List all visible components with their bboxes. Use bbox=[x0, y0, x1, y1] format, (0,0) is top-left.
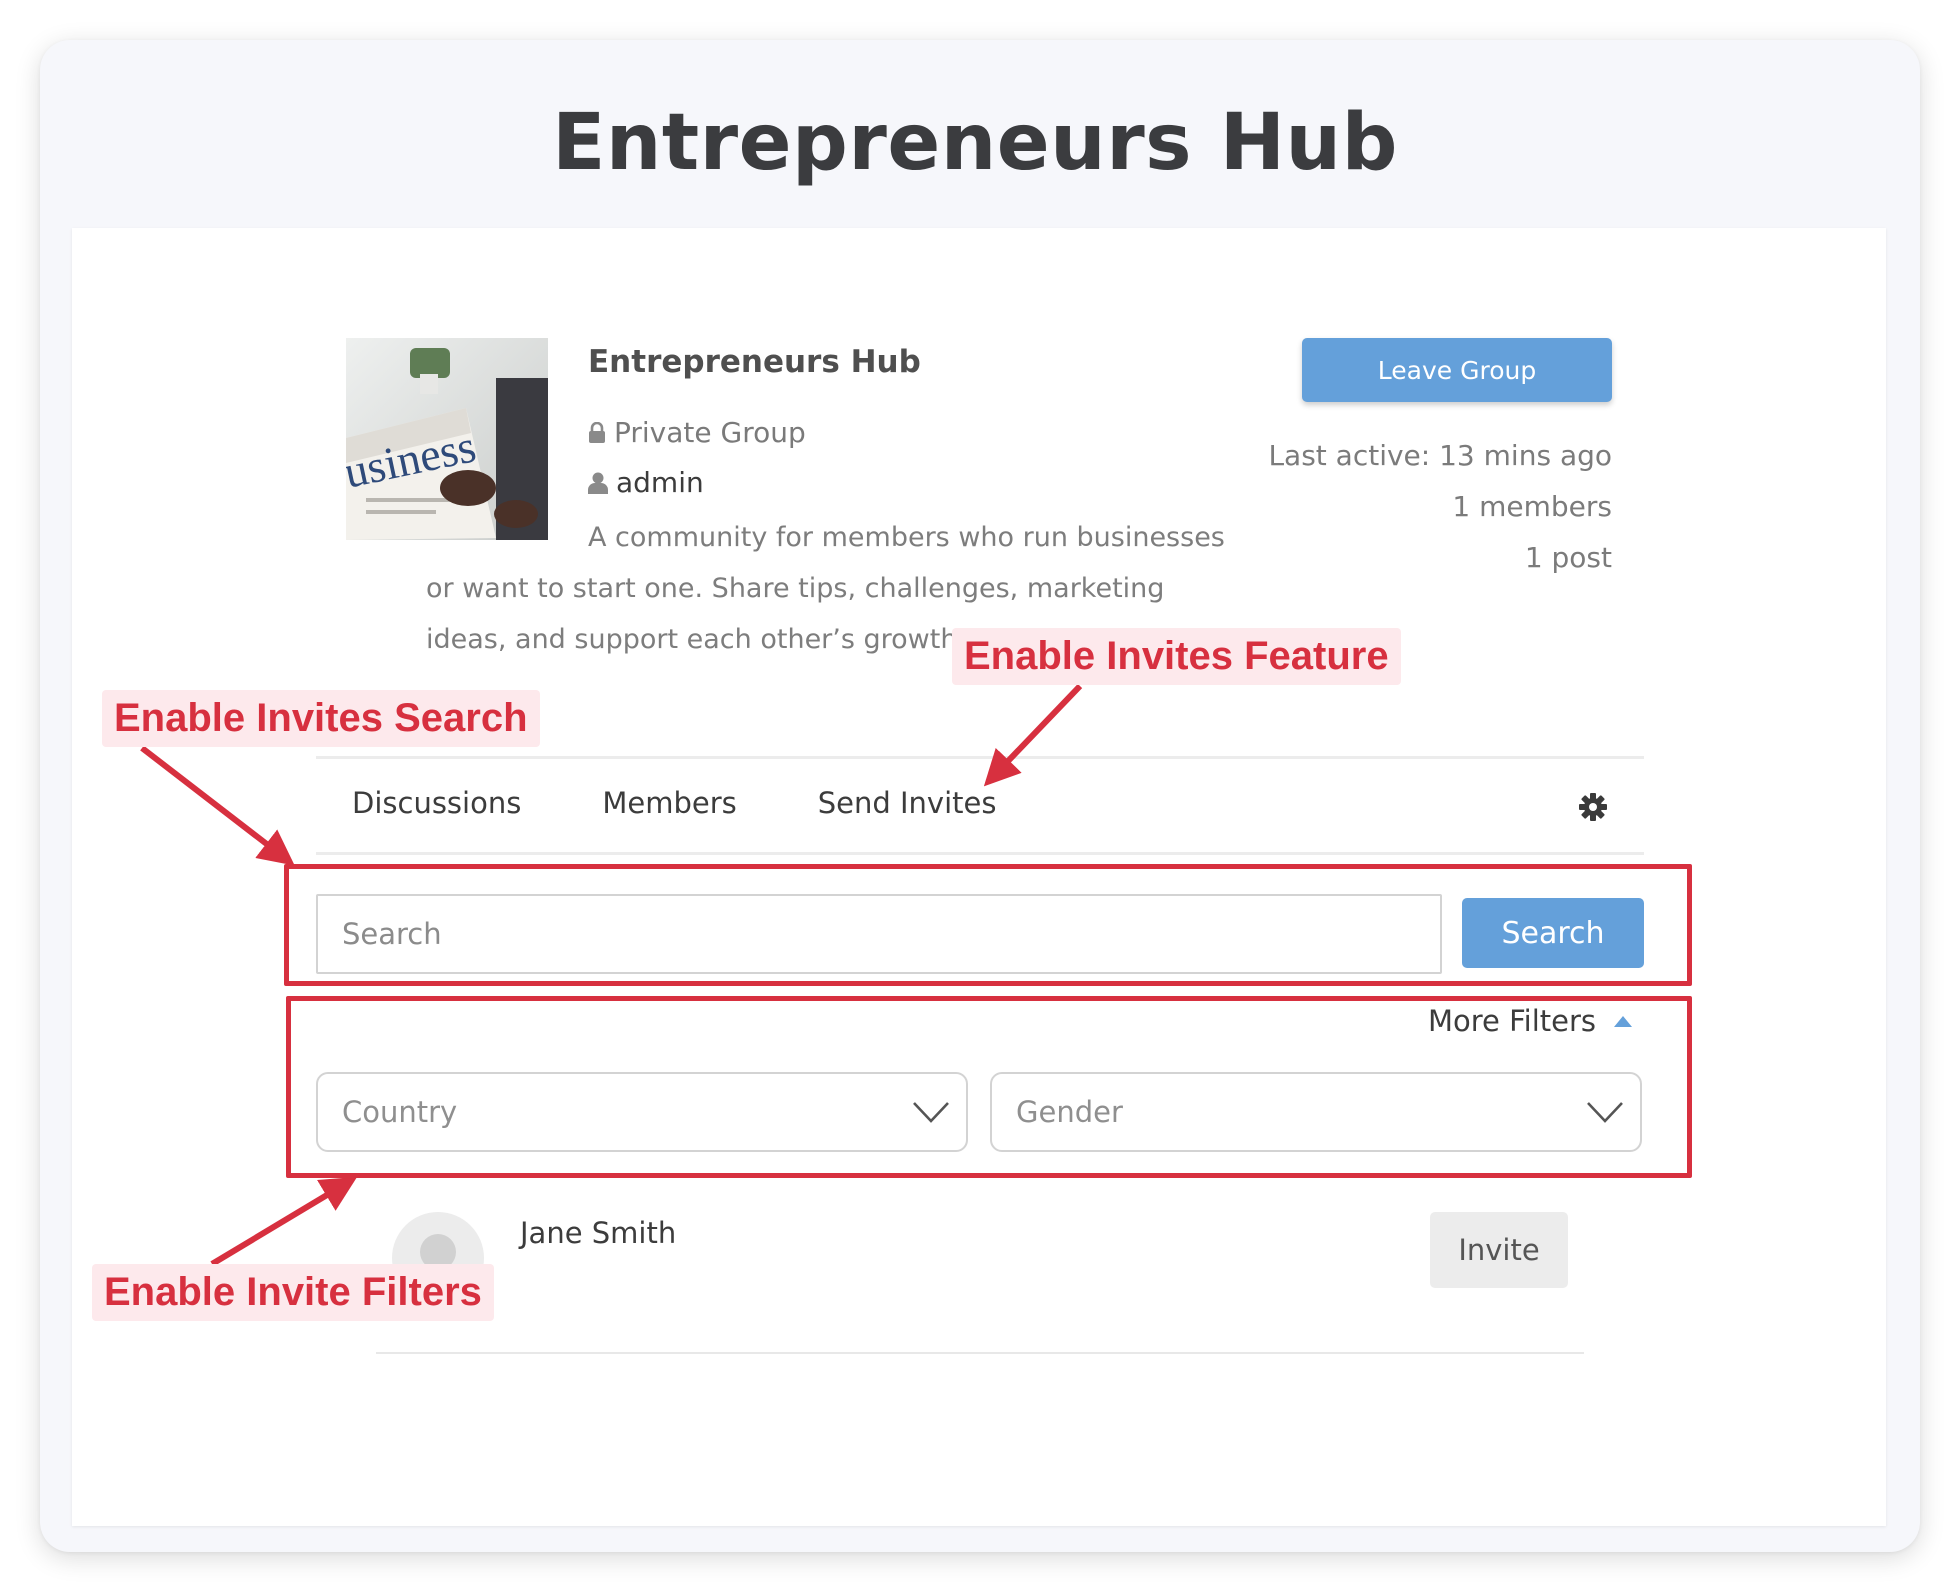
member-count: 1 members bbox=[1452, 490, 1612, 523]
tabs-top-divider bbox=[316, 756, 1644, 759]
callout-invites-search: Enable Invites Search bbox=[102, 690, 540, 747]
tabs-bottom-divider bbox=[316, 852, 1644, 855]
member-name[interactable]: Jane Smith bbox=[520, 1216, 676, 1250]
tab-discussions[interactable]: Discussions bbox=[352, 786, 521, 820]
lock-icon bbox=[589, 421, 605, 443]
post-count: 1 post bbox=[1524, 541, 1612, 574]
page-title: Entrepreneurs Hub bbox=[552, 98, 1398, 188]
group-privacy-label: Private Group bbox=[614, 416, 806, 449]
search-highlight-box bbox=[284, 864, 1692, 986]
callout-invite-filters: Enable Invite Filters bbox=[92, 1264, 494, 1321]
row-divider bbox=[376, 1352, 1584, 1354]
user-icon bbox=[588, 472, 608, 494]
group-owner-name[interactable]: admin bbox=[616, 466, 704, 499]
group-stats: Last active: 13 mins ago 1 members 1 pos… bbox=[1268, 430, 1612, 583]
filters-highlight-box bbox=[286, 996, 1692, 1178]
callout-invites-feature: Enable Invites Feature bbox=[952, 628, 1401, 685]
group-privacy: Private Group bbox=[588, 416, 806, 449]
last-active: Last active: 13 mins ago bbox=[1268, 439, 1612, 472]
group-cover-image: usiness bbox=[346, 338, 548, 540]
tab-send-invites[interactable]: Send Invites bbox=[818, 786, 997, 820]
invite-button[interactable]: Invite bbox=[1430, 1212, 1568, 1288]
group-tabs: Discussions Members Send Invites bbox=[352, 786, 1077, 820]
settings-gear-icon[interactable] bbox=[1578, 792, 1608, 827]
tab-members[interactable]: Members bbox=[602, 786, 736, 820]
group-name: Entrepreneurs Hub bbox=[588, 344, 921, 380]
group-owner[interactable]: admin bbox=[588, 466, 704, 499]
leave-group-button[interactable]: Leave Group bbox=[1302, 338, 1612, 402]
